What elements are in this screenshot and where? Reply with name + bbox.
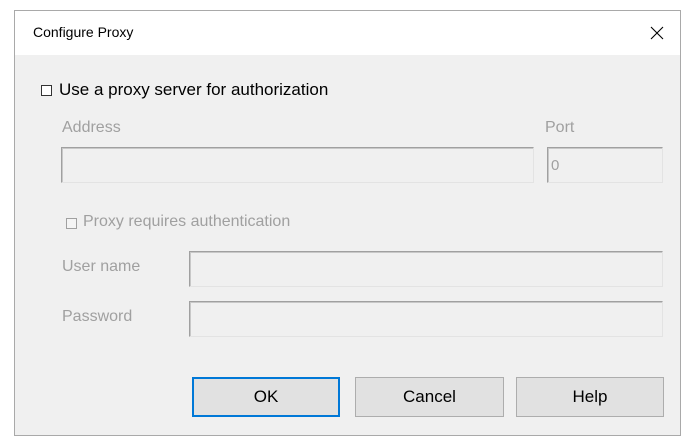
title-bar: Configure Proxy xyxy=(15,11,680,55)
requires-auth-label[interactable]: Proxy requires authentication xyxy=(83,213,290,231)
username-label: User name xyxy=(62,258,141,275)
close-button[interactable] xyxy=(634,11,680,55)
requires-auth-checkbox[interactable] xyxy=(66,218,77,229)
port-label: Port xyxy=(545,119,575,136)
use-proxy-checkbox[interactable] xyxy=(41,85,52,96)
username-field[interactable] xyxy=(189,251,663,287)
port-field[interactable] xyxy=(547,147,663,183)
address-label: Address xyxy=(62,119,121,136)
help-button[interactable]: Help xyxy=(516,377,664,417)
configure-proxy-dialog: Configure Proxy Use a proxy server for a… xyxy=(14,10,681,436)
password-label: Password xyxy=(62,308,133,325)
ok-button[interactable]: OK xyxy=(192,377,340,417)
password-field[interactable] xyxy=(189,301,663,337)
close-icon xyxy=(650,26,664,40)
use-proxy-label[interactable]: Use a proxy server for authorization xyxy=(59,80,328,100)
cancel-button[interactable]: Cancel xyxy=(355,377,504,417)
address-field[interactable] xyxy=(61,147,534,183)
window-title: Configure Proxy xyxy=(33,24,134,40)
